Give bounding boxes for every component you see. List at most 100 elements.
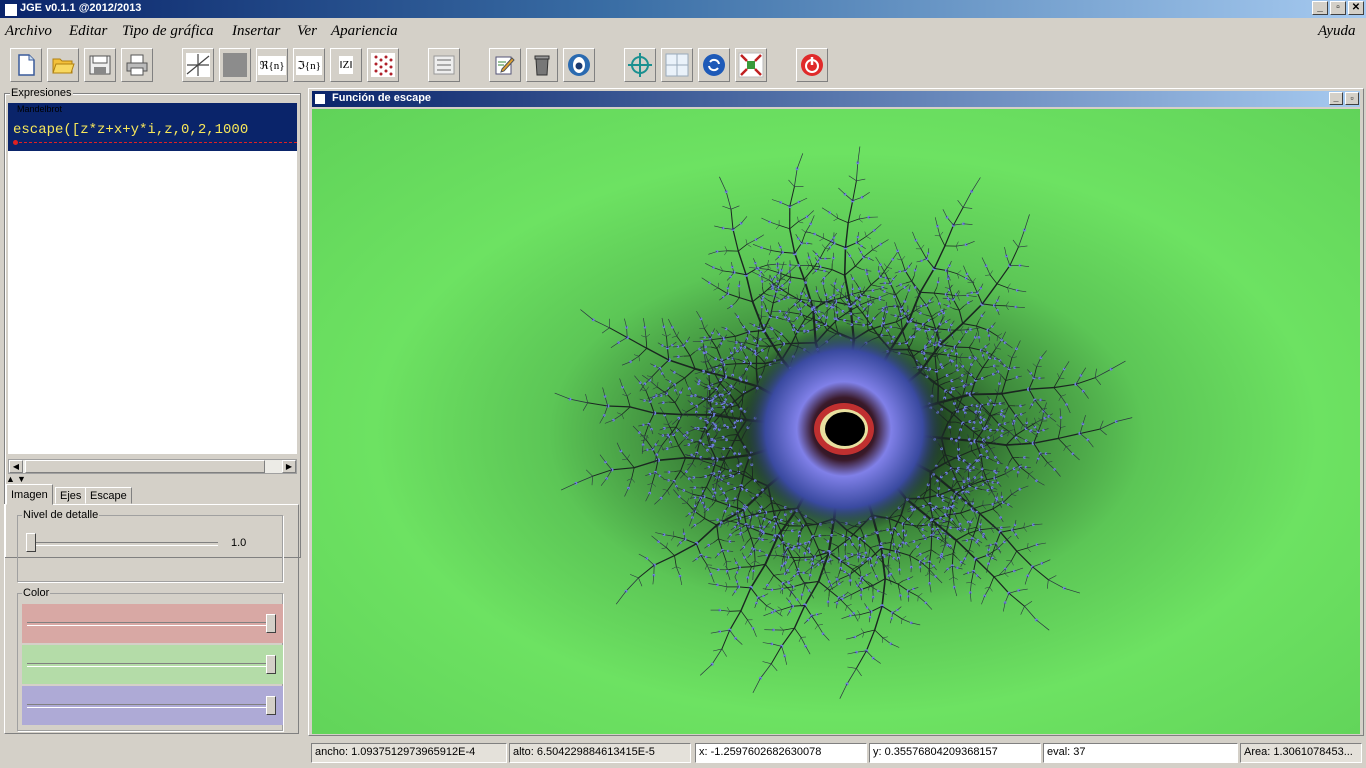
expression-name: Mandelbrot [17, 104, 63, 114]
grid-icon [665, 53, 689, 77]
fractal-filament [929, 524, 941, 526]
green-slider-thumb[interactable] [266, 655, 276, 674]
fractal-node [735, 561, 738, 564]
minimize-button[interactable]: _ [1312, 1, 1328, 15]
panel-splitter[interactable]: ▲ ▼ [4, 473, 299, 484]
zoom-fit-button[interactable] [735, 48, 767, 82]
fractal-node [944, 320, 948, 323]
fractal-node [973, 335, 977, 339]
fractal-node [827, 580, 831, 583]
crosshair-button[interactable] [624, 48, 656, 82]
save-button[interactable] [84, 48, 116, 82]
scroll-right-icon[interactable]: ▶ [282, 460, 296, 473]
fractal-node [852, 612, 856, 615]
expression-text[interactable]: escape([z*z+x+y*i,z,0,2,1000 [13, 122, 297, 138]
green-slider-track[interactable] [27, 663, 269, 667]
splitter-up-icon[interactable]: ▲ [6, 474, 15, 484]
fractal-node [913, 268, 917, 272]
modulus-icon: ‖Z‖ [338, 56, 354, 74]
fractal-node [758, 676, 762, 680]
real-part-button[interactable]: ℜ{n} [256, 48, 288, 82]
menu-tipo-grafica[interactable]: Tipo de gráfica [122, 23, 214, 40]
refresh-button[interactable] [698, 48, 730, 82]
tab-imagen[interactable]: Imagen [6, 484, 53, 505]
fractal-node [889, 642, 893, 646]
expressions-scrollbar[interactable]: ◀ ▶ [8, 459, 297, 474]
power-button[interactable] [796, 48, 828, 82]
menu-apariencia[interactable]: Apariencia [331, 23, 398, 40]
trash-icon [534, 55, 550, 76]
fractal-node [704, 350, 708, 354]
scroll-left-icon[interactable]: ◀ [9, 460, 23, 473]
expression-item[interactable]: Mandelbrot escape([z*z+x+y*i,z,0,2,1000 [8, 103, 297, 151]
imag-part-button[interactable]: ℑ{n} [293, 48, 325, 82]
scroll-thumb[interactable] [25, 460, 265, 473]
blank-plot-button[interactable] [219, 48, 251, 82]
view-button[interactable] [563, 48, 595, 82]
status-alto: alto: 6.504229884613415E-5 [509, 743, 691, 763]
red-slider-thumb[interactable] [266, 614, 276, 633]
fractal-node [761, 295, 765, 299]
blue-slider-track[interactable] [27, 704, 269, 708]
app-title: JGE v0.1.1 @2012/2013 [20, 2, 142, 14]
tab-escape[interactable]: Escape [85, 487, 132, 504]
detail-slider-track[interactable] [28, 542, 218, 546]
dots-grid-button[interactable] [367, 48, 399, 82]
open-folder-icon [52, 58, 75, 74]
grid-button[interactable] [661, 48, 693, 82]
fractal-core [825, 412, 865, 446]
fractal-node [1062, 367, 1066, 371]
graph-restore-button[interactable]: ▫ [1345, 92, 1359, 105]
fractal-node [742, 360, 746, 364]
red-slider-track[interactable] [27, 622, 269, 626]
graph-minimize-button[interactable]: _ [1329, 92, 1343, 105]
calc-button[interactable] [428, 48, 460, 82]
fractal-filament [757, 345, 770, 347]
blue-slider-thumb[interactable] [266, 696, 276, 715]
status-x[interactable]: x: -1.2597602682630078 [695, 743, 867, 763]
open-folder-button[interactable] [47, 48, 79, 82]
fractal-node [645, 557, 649, 560]
tab-ejes[interactable]: Ejes [55, 487, 87, 504]
print-button[interactable] [121, 48, 153, 82]
function-plot-button[interactable] [182, 48, 214, 82]
fractal-node [739, 531, 743, 535]
fractal-node [972, 466, 976, 469]
modulus-button[interactable]: ‖Z‖ [330, 48, 362, 82]
crosshair-icon [628, 53, 652, 77]
fractal-node [983, 426, 987, 430]
menu-insertar[interactable]: Insertar [232, 23, 280, 40]
print-icon [126, 54, 148, 76]
status-ancho: ancho: 1.0937512973965912E-4 [311, 743, 507, 763]
expression-color-dot [13, 140, 18, 145]
fractal-node [999, 516, 1003, 520]
green-band [22, 645, 283, 684]
new-file-button[interactable] [10, 48, 42, 82]
trash-button[interactable] [526, 48, 558, 82]
fractal-node [691, 516, 694, 519]
detail-slider-thumb[interactable] [26, 533, 36, 552]
fractal-node [777, 299, 781, 303]
fractal-node [913, 285, 917, 289]
close-button[interactable]: ✕ [1348, 1, 1364, 15]
fractal-node [921, 528, 925, 531]
status-eval[interactable]: eval: 37 [1043, 743, 1238, 763]
fractal-filament [794, 559, 801, 561]
menu-archivo[interactable]: Archivo [5, 23, 52, 40]
expressions-list[interactable]: Mandelbrot escape([z*z+x+y*i,z,0,2,1000 [8, 103, 297, 454]
new-file-icon [18, 54, 35, 76]
fractal-node [970, 382, 973, 386]
status-y[interactable]: y: 0.35576804209368157 [869, 743, 1041, 763]
fractal-node [947, 274, 950, 278]
fractal-image [312, 109, 1360, 734]
splitter-down-icon[interactable]: ▼ [17, 474, 26, 484]
blue-band [22, 686, 283, 725]
menu-ayuda[interactable]: Ayuda [1318, 23, 1356, 40]
fractal-canvas[interactable] [312, 109, 1360, 734]
menu-ver[interactable]: Ver [297, 23, 317, 40]
menu-editar[interactable]: Editar [69, 23, 107, 40]
edit-button[interactable] [489, 48, 521, 82]
maximize-button[interactable]: ▫ [1330, 1, 1346, 15]
fractal-node [964, 276, 968, 280]
fractal-node [661, 434, 665, 437]
